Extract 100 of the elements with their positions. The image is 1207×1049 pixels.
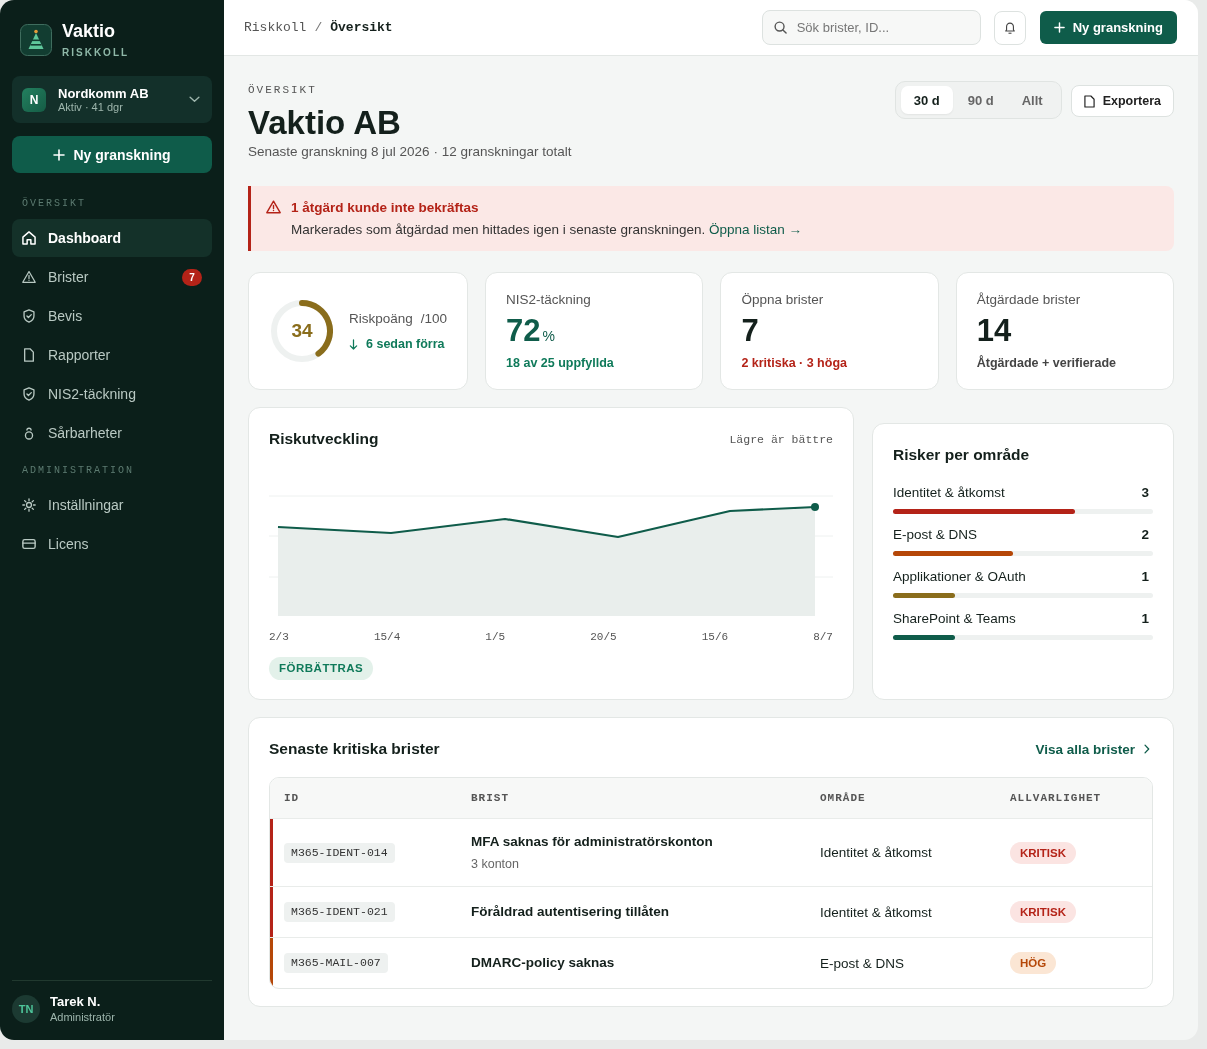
severity-badge: HÖG [1010,952,1057,974]
nav-item[interactable]: Sårbarheter [12,414,212,452]
finding-area: E-post & DNS [820,955,905,971]
warning-icon [22,270,36,284]
breadcrumb-item: Översikt [330,20,393,35]
finding-detail: 3 konton [471,856,519,872]
column-header: BRIST [470,792,510,804]
area-count: 1 [1141,611,1149,627]
end-point-marker [811,503,819,511]
score-max: /100 [420,311,448,327]
stat-note: 18 av 25 uppfyllda [506,355,615,371]
arrow-down-icon [349,338,358,350]
org-avatar: N [22,87,46,112]
score-value: 34 [291,320,313,342]
search-icon [773,21,787,34]
x-axis-label: 20/5 [590,630,617,644]
nav-item[interactable]: Inställningar [12,486,212,524]
finding-title[interactable]: MFA saknas för administratörskonton [471,833,713,851]
user-role: Administratör [50,1010,115,1024]
x-axis-label: 2/3 [269,630,289,644]
x-axis-label: 15/4 [373,630,401,644]
area-name: SharePoint & Teams [893,611,1016,627]
area-name: E-post & DNS [893,527,978,543]
stat-value: 72 [506,313,541,349]
finding-id: M365-MAIL-007 [284,953,388,973]
plus-icon [53,148,66,161]
range-tab[interactable]: Allt [1008,86,1056,114]
severity-badge: KRITISK [1010,901,1076,923]
page-subtitle: Senaste granskning 8 jul 2026 · 12 granskningar totalt [248,143,572,161]
chart-title: Riskutveckling [269,430,379,448]
plus-icon [1053,22,1065,33]
settings-icon [22,498,36,512]
count-badge: 7 [182,268,202,286]
document-icon [22,348,36,362]
user-avatar: TN [12,995,40,1023]
findings-title: Senaste kritiska brister [269,740,440,758]
stat-label: Öppna brister [741,292,825,308]
nav-section-title: ADMINISTRATION [21,465,135,477]
nav-item[interactable]: Rapporter [12,336,212,374]
range-tab[interactable]: 30 d [900,86,953,114]
nav-item[interactable]: Brister 7 [12,258,212,296]
area-count: 1 [1141,569,1149,585]
finding-title[interactable]: Föråldrad autentisering tillåten [471,903,670,921]
stat-unit: % [542,328,555,344]
alert-title: 1 åtgärd kunde inte bekräftas [291,200,480,216]
chevron-down-icon [189,96,200,103]
x-axis-label: 15/6 [701,630,729,644]
org-name: Nordkomm AB [58,85,150,101]
nav-item[interactable]: Bevis [12,297,212,335]
new-review-button[interactable]: Ny granskning [12,136,212,173]
chart-note: Lägre är bättre [729,432,833,446]
ornament-icon [22,426,36,440]
shield-check-icon [22,309,36,323]
org-status: Aktiv · 41 dgr [58,100,124,114]
search-field[interactable]: Sök brister, ID... [761,10,981,45]
notifications-button[interactable] [993,10,1026,45]
trend-status-badge: FÖRBÄTTRAS [269,657,374,680]
column-header: ALLVARLIGHET [1009,792,1103,804]
stat-value: 7 [741,313,759,349]
finding-area: Identitet & åtkomst [820,845,932,860]
x-axis-label: 1/5 [485,630,506,644]
x-axis-label: 8/7 [813,630,833,644]
score-trend: 6 sedan förra [366,337,445,351]
finding-id: M365-IDENT-021 [284,902,395,922]
stat-value: 14 [976,313,1012,349]
nav-item[interactable]: NIS2-täckning [12,375,212,413]
stat-label: NIS2-täckning [506,292,592,308]
cone-logo-icon [20,24,52,56]
score-label: Riskpoäng [349,311,413,327]
range-tab[interactable]: 90 d [954,86,1007,114]
breadcrumb-item[interactable]: Riskkoll [244,20,307,35]
page-eyebrow: ÖVERSIKT [248,83,318,97]
new-review-button[interactable]: Ny granskning [1039,11,1177,44]
finding-area: Identitet & åtkomst [820,904,932,920]
nav-item[interactable]: Dashboard [12,219,212,257]
card-icon [22,537,36,551]
area-count: 2 [1141,527,1149,543]
bell-icon [1003,20,1016,35]
breadcrumb-separator: / [314,20,323,35]
home-icon [22,231,36,245]
org-switcher[interactable]: N Nordkomm AB Aktiv · 41 dgr [12,76,212,123]
open-list-link[interactable]: Öppna listan → [709,222,803,237]
severity-badge: KRITISK [1010,841,1076,864]
nav-section-title: ÖVERSIKT [21,198,87,210]
export-button[interactable]: Exportera [1070,85,1174,117]
document-icon [1083,94,1095,108]
stat-note: Åtgärdade + verifierade [976,355,1117,371]
chevron-right-icon [1144,744,1150,754]
area-name: Applikationer & OAuth [893,569,1026,585]
areas-title: Risker per område [893,445,1031,465]
area-name: Identitet & åtkomst [893,485,1005,501]
stat-note: 2 kritiska · 3 höga [741,355,848,371]
brand-tagline: RISKKOLL [62,47,130,59]
finding-id: M365-IDENT-014 [284,842,395,863]
warning-icon [266,200,281,214]
nav-item[interactable]: Licens [12,525,212,563]
stat-label: Åtgärdade brister [976,292,1082,308]
view-all-link[interactable]: Visa alla brister [1035,741,1150,757]
shield-check-icon [22,387,36,401]
finding-title[interactable]: DMARC-policy saknas [471,954,615,972]
